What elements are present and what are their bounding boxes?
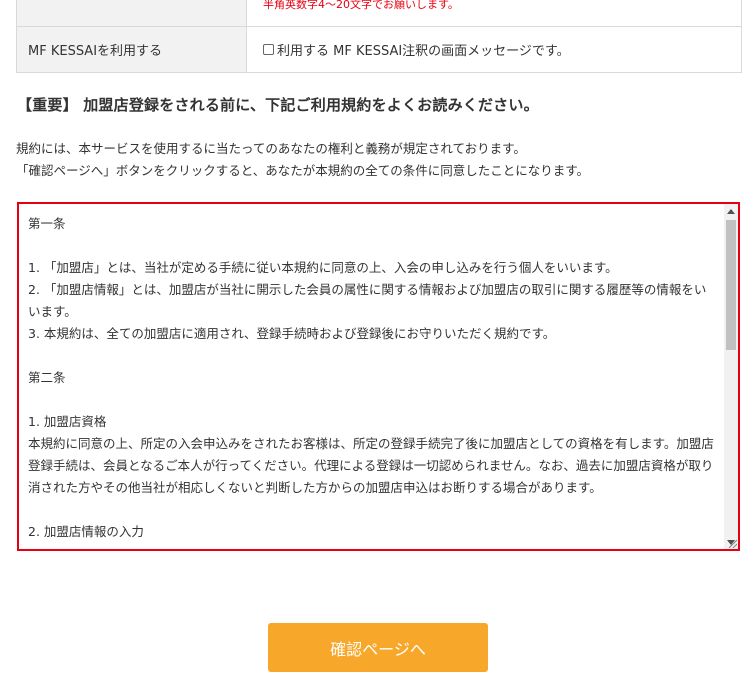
terms-line [28, 499, 718, 521]
terms-textarea[interactable]: 第一条 1. 「加盟店」とは、当社が定める手続に従い本規約に同意の上、入会の申し… [17, 202, 740, 551]
terms-line: 1. 加盟店資格 [28, 414, 107, 429]
form-row-mf-kessai: MF KESSAIを利用する 利用する MF KESSAI注釈の画面メッセージで… [17, 27, 741, 73]
terms-scrollbar[interactable] [724, 204, 738, 549]
terms-line: 第一条 [28, 216, 66, 231]
page: 半角英数字4～20文字でお願いします。 MF KESSAIを利用する 利用する … [0, 0, 755, 677]
form-value: 半角英数字4～20文字でお願いします。 [247, 0, 741, 26]
scroll-up-arrow-icon[interactable] [724, 204, 738, 218]
terms-content: 第一条 1. 「加盟店」とは、当社が定める手続に従い本規約に同意の上、入会の申し… [28, 213, 718, 543]
terms-intro: 規約には、本サービスを使用するに当たってのあなたの権利と義務が規定されております… [16, 138, 589, 182]
registration-form-table: 半角英数字4～20文字でお願いします。 MF KESSAIを利用する 利用する … [16, 0, 742, 73]
input-hint: 半角英数字4～20文字でお願いします。 [263, 0, 459, 11]
form-label-mf-kessai: MF KESSAIを利用する [17, 27, 247, 72]
terms-line [28, 345, 718, 367]
terms-line: 第二条 [28, 370, 66, 385]
resize-grip-icon[interactable] [727, 538, 737, 548]
checkbox-text: 利用する MF KESSAI注釈の画面メッセージです。 [277, 44, 570, 59]
terms-line: 本規約に同意の上、所定の入会申込みをされたお客様は、所定の登録手続完了後に加盟店… [28, 436, 714, 495]
mf-kessai-checkbox-label[interactable]: 利用する MF KESSAI注釈の画面メッセージです。 [263, 40, 570, 59]
form-label [17, 0, 247, 26]
form-value-mf-kessai: 利用する MF KESSAI注釈の画面メッセージです。 [247, 27, 741, 72]
confirm-page-button[interactable]: 確認ページへ [268, 623, 488, 672]
terms-line: 2. 「加盟店情報」とは、加盟店が当社に開示した会員の属性に関する情報および加盟… [28, 282, 707, 319]
terms-headline: 【重要】 加盟店登録をされる前に、下記ご利用規約をよくお読みください。 [17, 96, 539, 114]
terms-line [28, 235, 718, 257]
terms-line: 3. 本規約は、全ての加盟店に適用され、登録手続時および登録後にお守りいただく規… [28, 326, 556, 341]
terms-line: 1. 「加盟店」とは、当社が定める手続に従い本規約に同意の上、入会の申し込みを行… [28, 260, 618, 275]
terms-line: 2. 加盟店情報の入力 [28, 524, 144, 539]
terms-line [28, 389, 718, 411]
intro-line: 「確認ページへ」ボタンをクリックすると、あなたが本規約の全ての条件に同意したこと… [16, 163, 590, 178]
intro-line: 規約には、本サービスを使用するに当たってのあなたの権利と義務が規定されております… [16, 141, 526, 156]
mf-kessai-checkbox[interactable] [263, 43, 274, 55]
form-row-login-id: 半角英数字4～20文字でお願いします。 [17, 0, 741, 27]
scroll-thumb[interactable] [726, 220, 736, 350]
